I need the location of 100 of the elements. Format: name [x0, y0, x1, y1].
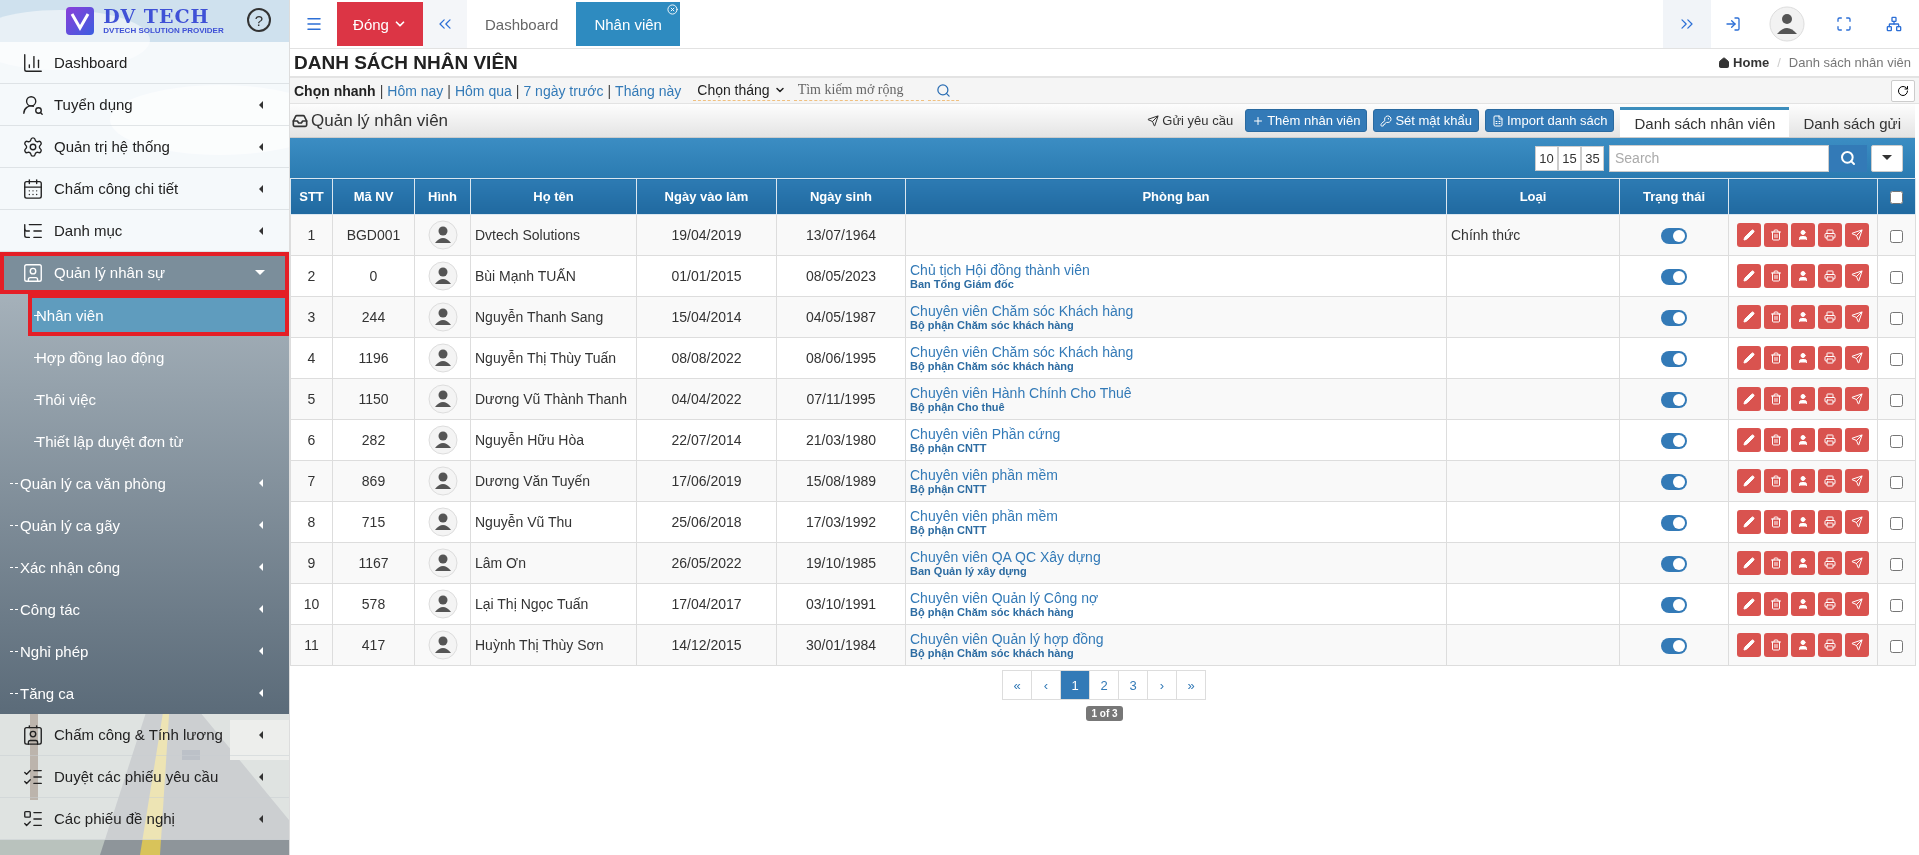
profile-button[interactable]: [1791, 428, 1815, 452]
send-button[interactable]: [1845, 346, 1869, 370]
print-button[interactable]: [1818, 592, 1842, 616]
row-checkbox[interactable]: [1890, 229, 1903, 243]
delete-button[interactable]: [1764, 551, 1788, 575]
send-button[interactable]: [1845, 551, 1869, 575]
row-checkbox[interactable]: [1890, 434, 1903, 448]
status-toggle[interactable]: [1661, 309, 1687, 326]
page-button[interactable]: »: [1176, 670, 1206, 700]
status-toggle[interactable]: [1661, 637, 1687, 654]
sidebar-item[interactable]: Quản trị hệ thống: [0, 126, 289, 168]
list-tab[interactable]: Danh sách nhân viên: [1620, 107, 1790, 137]
search-field[interactable]: Search: [1609, 144, 1829, 172]
send-button[interactable]: [1845, 592, 1869, 616]
position-link[interactable]: Chuyên viên Hành Chính Cho Thuê: [910, 384, 1442, 401]
edit-button[interactable]: [1737, 223, 1761, 247]
page-button[interactable]: ›: [1147, 670, 1177, 700]
send-button[interactable]: [1845, 305, 1869, 329]
edit-button[interactable]: [1737, 428, 1761, 452]
print-button[interactable]: [1818, 305, 1842, 329]
position-link[interactable]: Chuyên viên QA QC Xây dựng: [910, 548, 1442, 565]
sidebar-item[interactable]: Tuyển dụng: [0, 84, 289, 126]
edit-button[interactable]: [1737, 305, 1761, 329]
page-size-button[interactable]: 15: [1558, 145, 1581, 171]
profile-button[interactable]: [1791, 469, 1815, 493]
status-toggle[interactable]: [1661, 596, 1687, 613]
delete-button[interactable]: [1764, 428, 1788, 452]
edit-button[interactable]: [1737, 633, 1761, 657]
send-button[interactable]: [1845, 264, 1869, 288]
send-button[interactable]: [1845, 428, 1869, 452]
close-dropdown-button[interactable]: Đóng: [337, 2, 423, 46]
dropdown-button[interactable]: [1871, 144, 1903, 172]
status-toggle[interactable]: [1661, 227, 1687, 244]
action-button[interactable]: Thêm nhân viên: [1245, 109, 1368, 132]
status-toggle[interactable]: [1661, 473, 1687, 490]
print-button[interactable]: [1818, 469, 1842, 493]
print-button[interactable]: [1818, 223, 1842, 247]
sidebar-item[interactable]: Chấm công & Tính lương: [0, 714, 289, 756]
submenu-item[interactable]: Quản lý ca gãy: [0, 504, 289, 546]
print-button[interactable]: [1818, 428, 1842, 452]
sidebar-item[interactable]: Quản lý nhân sự: [0, 252, 289, 294]
page-size-button[interactable]: 35: [1581, 145, 1604, 171]
delete-button[interactable]: [1764, 387, 1788, 411]
delete-button[interactable]: [1764, 510, 1788, 534]
position-link[interactable]: Chuyên viên phần mềm: [910, 507, 1442, 524]
page-button[interactable]: ‹: [1031, 670, 1061, 700]
sidebar-item[interactable]: Duyệt các phiếu yêu cầu: [0, 756, 289, 798]
sidebar-item[interactable]: Các phiếu đề nghị: [0, 798, 289, 840]
status-toggle[interactable]: [1661, 350, 1687, 367]
list-tab[interactable]: Danh sách gửi: [1789, 107, 1915, 137]
row-checkbox[interactable]: [1890, 393, 1903, 407]
edit-button[interactable]: [1737, 592, 1761, 616]
profile-button[interactable]: [1791, 592, 1815, 616]
submenu-item[interactable]: Tăng ca: [0, 672, 289, 714]
position-link[interactable]: Chủ tịch Hội đồng thành viên: [910, 261, 1442, 278]
print-button[interactable]: [1818, 387, 1842, 411]
edit-button[interactable]: [1737, 551, 1761, 575]
delete-button[interactable]: [1764, 469, 1788, 493]
submenu-item[interactable]: Công tác: [0, 588, 289, 630]
close-icon[interactable]: [666, 4, 678, 15]
profile-button[interactable]: [1791, 551, 1815, 575]
month-select[interactable]: Chọn tháng: [693, 80, 790, 101]
print-button[interactable]: [1818, 346, 1842, 370]
print-button[interactable]: [1818, 633, 1842, 657]
position-link[interactable]: Chuyên viên Chăm sóc Khách hàng: [910, 302, 1442, 319]
profile-button[interactable]: [1791, 305, 1815, 329]
send-button[interactable]: [1845, 223, 1869, 247]
print-button[interactable]: [1818, 551, 1842, 575]
position-link[interactable]: Chuyên viên Phần cứng: [910, 425, 1442, 442]
submenu-item[interactable]: Hợp đồng lao động: [28, 336, 289, 378]
refresh-button[interactable]: [1891, 79, 1915, 102]
row-checkbox[interactable]: [1890, 270, 1903, 284]
page-button[interactable]: 3: [1118, 670, 1148, 700]
date-link[interactable]: 7 ngày trước: [523, 82, 604, 99]
send-button[interactable]: [1845, 387, 1869, 411]
edit-button[interactable]: [1737, 510, 1761, 534]
status-toggle[interactable]: [1661, 268, 1687, 285]
delete-button[interactable]: [1764, 633, 1788, 657]
row-checkbox[interactable]: [1890, 352, 1903, 366]
row-checkbox[interactable]: [1890, 639, 1903, 653]
delete-button[interactable]: [1764, 592, 1788, 616]
date-link[interactable]: Hôm qua: [454, 82, 512, 99]
submenu-item[interactable]: Thiết lập duyệt đơn từ: [28, 420, 289, 462]
edit-button[interactable]: [1737, 469, 1761, 493]
help-button[interactable]: ?: [247, 8, 271, 32]
action-button[interactable]: Import danh sách: [1485, 109, 1615, 132]
row-checkbox[interactable]: [1890, 311, 1903, 325]
row-checkbox[interactable]: [1890, 557, 1903, 571]
page-button[interactable]: 2: [1089, 670, 1119, 700]
page-tab[interactable]: Nhân viên: [576, 2, 680, 46]
profile-button[interactable]: [1791, 223, 1815, 247]
search-field[interactable]: Tìm kiếm mở rộng: [793, 80, 924, 101]
edit-button[interactable]: [1737, 387, 1761, 411]
profile-button[interactable]: [1791, 346, 1815, 370]
position-link[interactable]: Chuyên viên Chăm sóc Khách hàng: [910, 343, 1442, 360]
date-link[interactable]: Hôm nay: [387, 82, 444, 99]
status-toggle[interactable]: [1661, 514, 1687, 531]
submenu-item[interactable]: Nghỉ phép: [0, 630, 289, 672]
send-button[interactable]: [1845, 510, 1869, 534]
status-toggle[interactable]: [1661, 555, 1687, 572]
